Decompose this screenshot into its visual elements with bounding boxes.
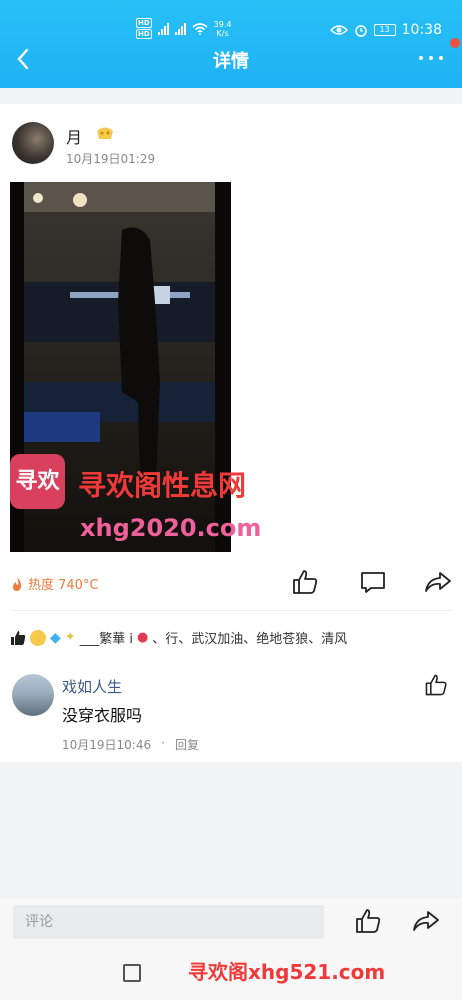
hd-icon: HD HD (136, 18, 152, 39)
sparkle-icon: ✦ (64, 630, 76, 645)
more-dots-icon (419, 56, 443, 60)
likers-list: ◆ ✦ ___繁華 i ● 、行、武汉加油、绝地苍狼、清风 (10, 628, 347, 647)
share-arrow-icon (413, 911, 439, 931)
comment-text: 没穿衣服吗 (62, 706, 143, 725)
coin-avatar-icon (30, 629, 46, 646)
comment-input[interactable] (13, 905, 324, 939)
watermark-bottom: 寻欢阁xhg521.com (188, 960, 386, 984)
liker-names-rest[interactable]: 、行、武汉加油、绝地苍狼、清风 (152, 628, 347, 647)
bottom-share-button[interactable] (411, 906, 441, 936)
comment-button[interactable] (358, 567, 388, 597)
watermark-text: 寻欢阁性息网 (78, 469, 247, 502)
notification-dot (450, 38, 460, 48)
divider (10, 610, 452, 611)
like-button[interactable] (290, 567, 320, 597)
commenter-avatar[interactable] (12, 674, 54, 716)
clock: 10:38 (401, 22, 442, 38)
reply-link[interactable]: 回复 (175, 736, 199, 753)
share-arrow-icon (425, 572, 451, 592)
post-card: 月 10月19日01:29 寻欢 寻欢阁性息网 xhg2020.com 热度 7… (0, 104, 462, 762)
wifi-icon (192, 22, 208, 35)
liked-thumb-icon (11, 630, 26, 645)
bottom-bar: 寻欢阁xhg521.com (0, 898, 462, 1000)
signal-group: HD HD 39.4 K/s (136, 18, 231, 39)
post-timestamp: 10月19日01:29 (66, 152, 156, 166)
thumbs-up-icon (356, 909, 381, 933)
eye-icon (329, 25, 348, 35)
comment-meta: 10月19日10:46 · 回复 (62, 736, 199, 753)
author-name[interactable]: 月 (66, 124, 82, 148)
meta-separator: · (161, 736, 165, 750)
author-avatar[interactable] (12, 122, 54, 164)
more-button[interactable] (416, 46, 450, 70)
liker-name[interactable]: ___繁華 i (80, 628, 133, 647)
signal-icon-2 (174, 22, 186, 35)
page-title: 详情 (213, 51, 249, 72)
battery-icon: 13 (373, 24, 396, 36)
share-button[interactable] (423, 567, 453, 597)
flame-icon (13, 576, 22, 591)
signal-icon (157, 22, 169, 35)
comment-icon (361, 572, 385, 593)
thumbs-up-icon (425, 674, 447, 696)
network-speed: 39.4 K/s (213, 19, 232, 38)
diamond-icon: ◆ (50, 629, 61, 646)
bottom-like-button[interactable] (353, 906, 383, 936)
alarm-icon (354, 25, 367, 37)
heat-indicator: 热度 740°C (10, 574, 99, 593)
status-right: 13 10:38 (329, 22, 442, 38)
commenter-name[interactable]: 戏如人生 (62, 676, 122, 697)
status-bar: HD HD 39.4 K/s 13 10:38 (0, 18, 462, 44)
recent-apps-button[interactable] (123, 964, 141, 982)
heat-text: 热度 740°C (28, 578, 99, 593)
watermark-logo: 寻欢 (10, 454, 65, 509)
vip-badge-icon (97, 127, 113, 139)
comment-like-button[interactable] (423, 672, 449, 698)
app-header: HD HD 39.4 K/s 13 10:38 详情 (0, 0, 462, 88)
comment-timestamp: 10月19日10:46 (62, 738, 152, 752)
lips-icon: ● (136, 630, 149, 645)
thumbs-up-icon (293, 570, 318, 594)
watermark-url: xhg2020.com (80, 514, 262, 542)
